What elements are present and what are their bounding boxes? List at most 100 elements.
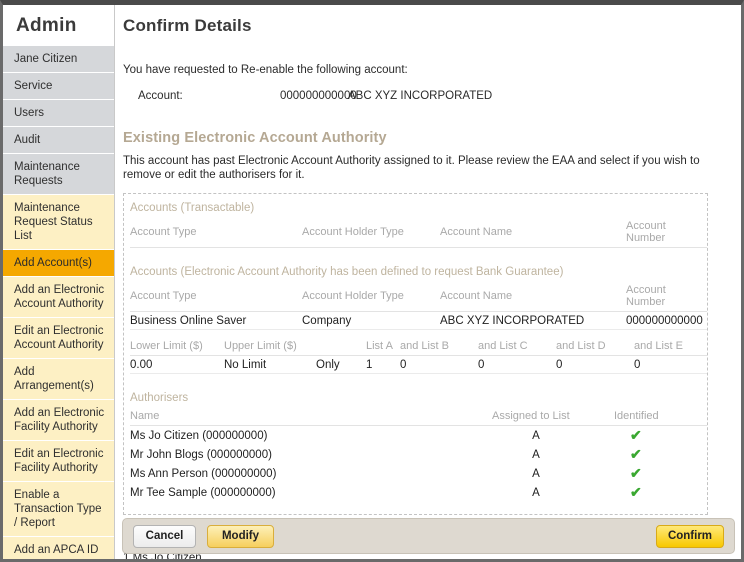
transactable-table: Account Type Account Holder Type Account N… xyxy=(130,220,707,248)
authoriser-identified-check-icon: ✔ xyxy=(614,464,707,483)
sidebar-item-label: Edit an Electronic Account Authority xyxy=(14,325,104,351)
sidebar-item-add-arrangement-s[interactable]: Add Arrangement(s) xyxy=(3,359,114,400)
bank-guarantee-header-row: Account Type Account Holder Type Account N… xyxy=(130,284,707,312)
limits-header-row: Lower Limit ($) Upper Limit ($) List A and … xyxy=(130,340,707,356)
table-row: Business Online Saver Company ABC XYZ INCO… xyxy=(130,311,707,330)
action-button-bar: Cancel Modify Confirm xyxy=(122,518,735,554)
authorisers-title: Authorisers xyxy=(130,392,189,404)
authorisers-body: Ms Jo Citizen (000000000) A ✔ Mr John Blogs… xyxy=(130,426,707,503)
box-bottom-spacer xyxy=(124,502,707,514)
page-title: Confirm Details xyxy=(123,16,252,35)
column-header: Account Type xyxy=(130,284,302,312)
table-row: 0.00 No Limit Only 1 0 0 0 0 xyxy=(130,355,707,374)
eaa-section-description: This account has past Electronic Account… xyxy=(123,155,700,181)
table-cell: Company xyxy=(302,311,440,330)
sidebar-item-label: Audit xyxy=(14,134,41,146)
authoriser-name: Mr Tee Sample (000000000) xyxy=(130,487,276,499)
column-header: Account Type xyxy=(130,220,302,248)
sidebar: Admin Jane Citizen Service Users Audit Maint… xyxy=(3,5,115,559)
sidebar-item-edit-an-electronic-account-authority[interactable]: Edit an Electronic Account Authority xyxy=(3,318,114,359)
intro-text: You have requested to Re-enable the foll… xyxy=(123,64,408,76)
authoriser-name: Mr John Blogs (000000000) xyxy=(130,449,272,461)
column-header: Account Number xyxy=(626,220,707,248)
table-cell: Only xyxy=(316,355,366,374)
sidebar-item-label: Add an Electronic Account Authority xyxy=(14,284,105,310)
sidebar-item-maintenance-requests[interactable]: Maintenance Requests xyxy=(3,154,114,195)
sidebar-item-maintenance-request-status-list[interactable]: Maintenance Request Status List xyxy=(3,195,114,250)
eaa-section-heading: Existing Electronic Account Authority xyxy=(123,130,387,146)
sidebar-item-add-an-electronic-account-authority[interactable]: Add an Electronic Account Authority xyxy=(3,277,114,318)
table-cell: ABC XYZ INCORPORATED xyxy=(440,311,626,330)
bank-guarantee-body: Business Online Saver Company ABC XYZ INCO… xyxy=(130,311,707,330)
sidebar-item-label: Add an APCA ID xyxy=(14,544,99,556)
column-header: Account Name xyxy=(440,284,626,312)
account-label: Account: xyxy=(138,90,183,102)
sidebar-nav: Jane Citizen Service Users Audit Maintenance… xyxy=(3,46,114,559)
table-cell: 0.00 xyxy=(130,355,224,374)
sidebar-title: Admin xyxy=(3,5,114,46)
main-content: Confirm Details You have requested to Re… xyxy=(116,5,741,559)
table-cell: 0 xyxy=(400,355,478,374)
authoriser-list: A xyxy=(532,449,540,461)
sidebar-item-service[interactable]: Service xyxy=(3,73,114,100)
sidebar-item-label: Add an Electronic Facility Authority xyxy=(14,407,105,433)
modify-button[interactable]: Modify xyxy=(207,525,274,548)
transactable-accounts-block: Accounts (Transactable) Account Type Acco… xyxy=(124,194,707,248)
sidebar-item-edit-an-electronic-facility-authority[interactable]: Edit an Electronic Facility Authority xyxy=(3,441,114,482)
limits-table: Lower Limit ($) Upper Limit ($) List A and … xyxy=(130,340,707,374)
authorisers-block: Authorisers Name Assigned to List Identifi… xyxy=(124,384,707,502)
sidebar-item-add-an-apca-id[interactable]: Add an APCA ID xyxy=(3,537,114,559)
table-cell: 1 xyxy=(366,355,400,374)
column-header: Account Name xyxy=(440,220,626,248)
column-header: Lower Limit ($) xyxy=(130,340,224,356)
check-icon: ✔ xyxy=(630,427,642,443)
authoriser-identified-check-icon: ✔ xyxy=(614,445,707,464)
sidebar-item-jane-citizen[interactable]: Jane Citizen xyxy=(3,46,114,73)
column-header: Upper Limit ($) xyxy=(224,340,316,356)
table-cell: 0 xyxy=(478,355,556,374)
eaa-details-box: Accounts (Transactable) Account Type Acco… xyxy=(123,193,708,515)
bank-guarantee-table: Account Type Account Holder Type Account N… xyxy=(130,284,707,330)
authoriser-identified-check-icon: ✔ xyxy=(614,426,707,446)
account-summary-row: Account: 000000000000 ABC XYZ INCORPORAT… xyxy=(116,76,741,110)
bank-guarantee-block: Accounts (Electronic Account Authority h… xyxy=(124,258,707,374)
check-icon: ✔ xyxy=(630,484,642,500)
sidebar-item-audit[interactable]: Audit xyxy=(3,127,114,154)
sidebar-item-label: Users xyxy=(14,107,45,119)
sidebar-item-label: Maintenance Request Status List xyxy=(14,202,93,242)
column-header: Identified xyxy=(614,410,707,426)
sidebar-item-add-account-s[interactable]: Add Account(s) xyxy=(3,250,114,277)
authoriser-name: Ms Ann Person (000000000) xyxy=(130,468,277,480)
confirm-button[interactable]: Confirm xyxy=(656,525,724,548)
limits-spacer xyxy=(130,330,707,340)
column-header: Account Number xyxy=(626,284,707,312)
column-header: Account Holder Type xyxy=(302,284,440,312)
column-header: and List E xyxy=(634,340,707,356)
table-cell: Business Online Saver xyxy=(130,311,302,330)
sidebar-item-enable-a-transaction-type-report[interactable]: Enable a Transaction Type / Report xyxy=(3,482,114,537)
column-header: List A xyxy=(366,340,400,356)
authorisers-header-row: Name Assigned to List Identified xyxy=(130,410,707,426)
transactable-header-row: Account Type Account Holder Type Account N… xyxy=(130,220,707,248)
table-cell: No Limit xyxy=(224,355,316,374)
table-row: Ms Ann Person (000000000) A ✔ xyxy=(130,464,707,483)
authoriser-name: Ms Jo Citizen (000000000) xyxy=(130,430,268,442)
column-header xyxy=(316,340,366,356)
check-icon: ✔ xyxy=(630,446,642,462)
sidebar-item-label: Maintenance Requests xyxy=(14,161,80,187)
check-icon: ✔ xyxy=(630,465,642,481)
sidebar-item-add-an-electronic-facility-authority[interactable]: Add an Electronic Facility Authority xyxy=(3,400,114,441)
authoriser-identified-check-icon: ✔ xyxy=(614,483,707,502)
sidebar-item-users[interactable]: Users xyxy=(3,100,114,127)
cancel-button[interactable]: Cancel xyxy=(133,525,196,548)
column-header: Account Holder Type xyxy=(302,220,440,248)
sidebar-item-label: Add Arrangement(s) xyxy=(14,366,94,392)
table-row: Ms Jo Citizen (000000000) A ✔ xyxy=(130,426,707,446)
authorisers-table: Name Assigned to List Identified Ms Jo Cit… xyxy=(130,410,707,502)
column-header: Name xyxy=(130,410,492,426)
bank-guarantee-title: Accounts (Electronic Account Authority h… xyxy=(130,266,564,278)
sidebar-item-label: Service xyxy=(14,80,53,92)
column-header: and List D xyxy=(556,340,634,356)
table-cell: 0 xyxy=(634,355,707,374)
